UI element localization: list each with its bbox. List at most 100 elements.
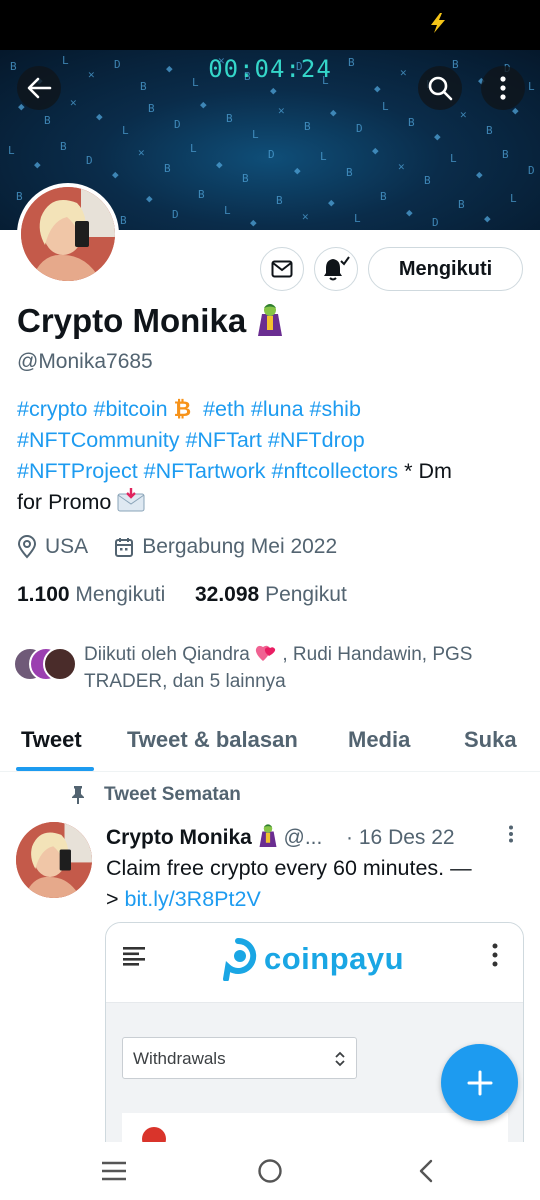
svg-text:B: B	[502, 148, 509, 161]
back-nav-button[interactable]	[410, 1156, 442, 1186]
svg-text:B: B	[380, 190, 387, 203]
tab-tweet-and-replies[interactable]: Tweet & balasan	[127, 727, 298, 753]
svg-text:◆: ◆	[476, 168, 483, 181]
svg-text:L: L	[450, 152, 457, 165]
svg-text:D: D	[528, 164, 535, 177]
location-text: USA	[45, 535, 89, 558]
pinned-tweet-label: Tweet Sematan	[70, 784, 241, 806]
svg-text:L: L	[510, 192, 517, 205]
hashtag-link[interactable]: #NFTProject	[17, 459, 138, 483]
hashtag-link[interactable]: #NFTCommunity	[17, 428, 179, 452]
status-bar	[0, 0, 540, 50]
bio-text: for Promo	[17, 490, 112, 514]
svg-text:B: B	[44, 114, 51, 127]
svg-text:◆: ◆	[434, 130, 441, 143]
tweet-link[interactable]: bit.ly/3R8Pt2V	[125, 887, 261, 911]
hashtag-link[interactable]: #NFTart	[185, 428, 261, 452]
svg-text:◆: ◆	[406, 206, 413, 219]
svg-text:B: B	[346, 166, 353, 179]
tweet-author-avatar[interactable]	[16, 822, 92, 898]
tweet-text: Claim free crypto every 60 minutes. — > …	[106, 853, 526, 915]
hashtag-link[interactable]: #NFTartwork	[144, 459, 266, 483]
follow-counts: 1.100 Mengikuti 32.098 Pengikut	[17, 583, 347, 607]
mutual-followers-avatars[interactable]	[13, 647, 77, 685]
more-options-button[interactable]	[481, 66, 525, 110]
svg-text:B: B	[164, 162, 171, 175]
svg-text:D: D	[268, 148, 275, 161]
following-count-link[interactable]: 1.100 Mengikuti	[17, 583, 165, 606]
joined-date-text: Bergabung Mei 2022	[142, 535, 338, 558]
svg-text:◆: ◆	[112, 168, 119, 181]
recent-apps-icon	[102, 1161, 126, 1181]
location-pin-icon	[17, 535, 37, 559]
display-name: Crypto Monika	[17, 302, 284, 344]
svg-text:L: L	[252, 128, 259, 141]
svg-text:L: L	[8, 144, 15, 157]
tab-tweet[interactable]: Tweet	[21, 727, 82, 753]
lightning-bolt-icon	[431, 13, 445, 33]
tweet-author-name[interactable]: Crypto Monika	[106, 826, 252, 849]
tweet-text-prefix: >	[106, 887, 119, 911]
tweet-date: · 16 Des 22	[346, 826, 455, 849]
svg-text:D: D	[172, 208, 179, 221]
svg-text:D: D	[86, 154, 93, 167]
plus-icon	[467, 1070, 492, 1095]
svg-text:B: B	[486, 124, 493, 137]
svg-text:L: L	[354, 212, 361, 225]
mutual-follower-avatar	[43, 647, 77, 681]
hashtag-link[interactable]: #shib	[310, 397, 361, 421]
tweet-more-button[interactable]	[508, 825, 514, 848]
svg-text:L: L	[122, 124, 129, 137]
hashtag-link[interactable]: #crypto	[17, 397, 88, 421]
svg-text:B: B	[304, 120, 311, 133]
avatar-photo	[16, 822, 92, 898]
followers-count-link[interactable]: 32.098 Pengikut	[195, 583, 347, 606]
svg-text:◆: ◆	[294, 164, 301, 177]
avatar-photo	[21, 187, 115, 281]
coinpayu-wordmark: coinpayu	[264, 941, 405, 976]
pin-icon	[72, 786, 84, 804]
hashtag-link[interactable]: #nftcollectors	[272, 459, 399, 483]
tab-likes[interactable]: Suka	[464, 727, 517, 753]
notifications-button[interactable]	[314, 247, 358, 291]
svg-text:D: D	[356, 122, 363, 135]
followed-by-text[interactable]: Diikuti oleh Qiandra , Rudi Handawin, PG…	[84, 641, 524, 695]
bio-line-3: #NFTProject #NFTartwork #nftcollectors *…	[17, 456, 527, 487]
message-button[interactable]	[260, 247, 304, 291]
bio-line-2: #NFTCommunity #NFTart #NFTdrop	[17, 425, 527, 456]
home-button[interactable]	[254, 1156, 286, 1186]
hashtag-link[interactable]: #eth	[203, 397, 245, 421]
hashtag-link[interactable]: #luna	[251, 397, 304, 421]
back-button[interactable]	[17, 66, 61, 110]
more-vertical-icon	[500, 76, 506, 100]
svg-text:◆: ◆	[372, 144, 379, 157]
profile-meta: USA Bergabung Mei 2022	[17, 535, 337, 559]
hashtag-link[interactable]: #bitcoin	[94, 397, 168, 421]
active-tab-indicator	[16, 767, 94, 771]
following-button[interactable]: Mengikuti	[368, 247, 523, 291]
following-count: 1.100	[17, 583, 70, 606]
svg-text:✕: ✕	[302, 210, 309, 223]
more-vertical-icon	[509, 825, 513, 843]
svg-text:◆: ◆	[96, 110, 103, 123]
tweet-header: Crypto Monika @... · 16 Des 22	[106, 823, 455, 853]
card-header: coinpayu	[106, 923, 523, 1003]
back-chevron-icon	[419, 1159, 433, 1183]
svg-text:L: L	[320, 150, 327, 163]
profile-avatar[interactable]	[17, 183, 119, 285]
svg-text:◆: ◆	[216, 158, 223, 171]
bitcoin-emoji: ₿	[173, 397, 192, 421]
following-label: Mengikuti	[75, 583, 166, 606]
villain-emoji	[258, 823, 278, 853]
svg-text:L: L	[190, 142, 197, 155]
hashtag-link[interactable]: #NFTdrop	[268, 428, 365, 452]
recent-apps-button[interactable]	[98, 1156, 130, 1186]
svg-text:B: B	[424, 174, 431, 187]
svg-text:B: B	[120, 214, 127, 227]
chevron-up-down-icon	[335, 1051, 345, 1067]
search-button[interactable]	[418, 66, 462, 110]
system-navigation-bar	[0, 1142, 540, 1200]
compose-tweet-button[interactable]	[441, 1044, 518, 1121]
tab-media[interactable]: Media	[348, 727, 410, 753]
svg-text:✕: ✕	[138, 146, 145, 159]
